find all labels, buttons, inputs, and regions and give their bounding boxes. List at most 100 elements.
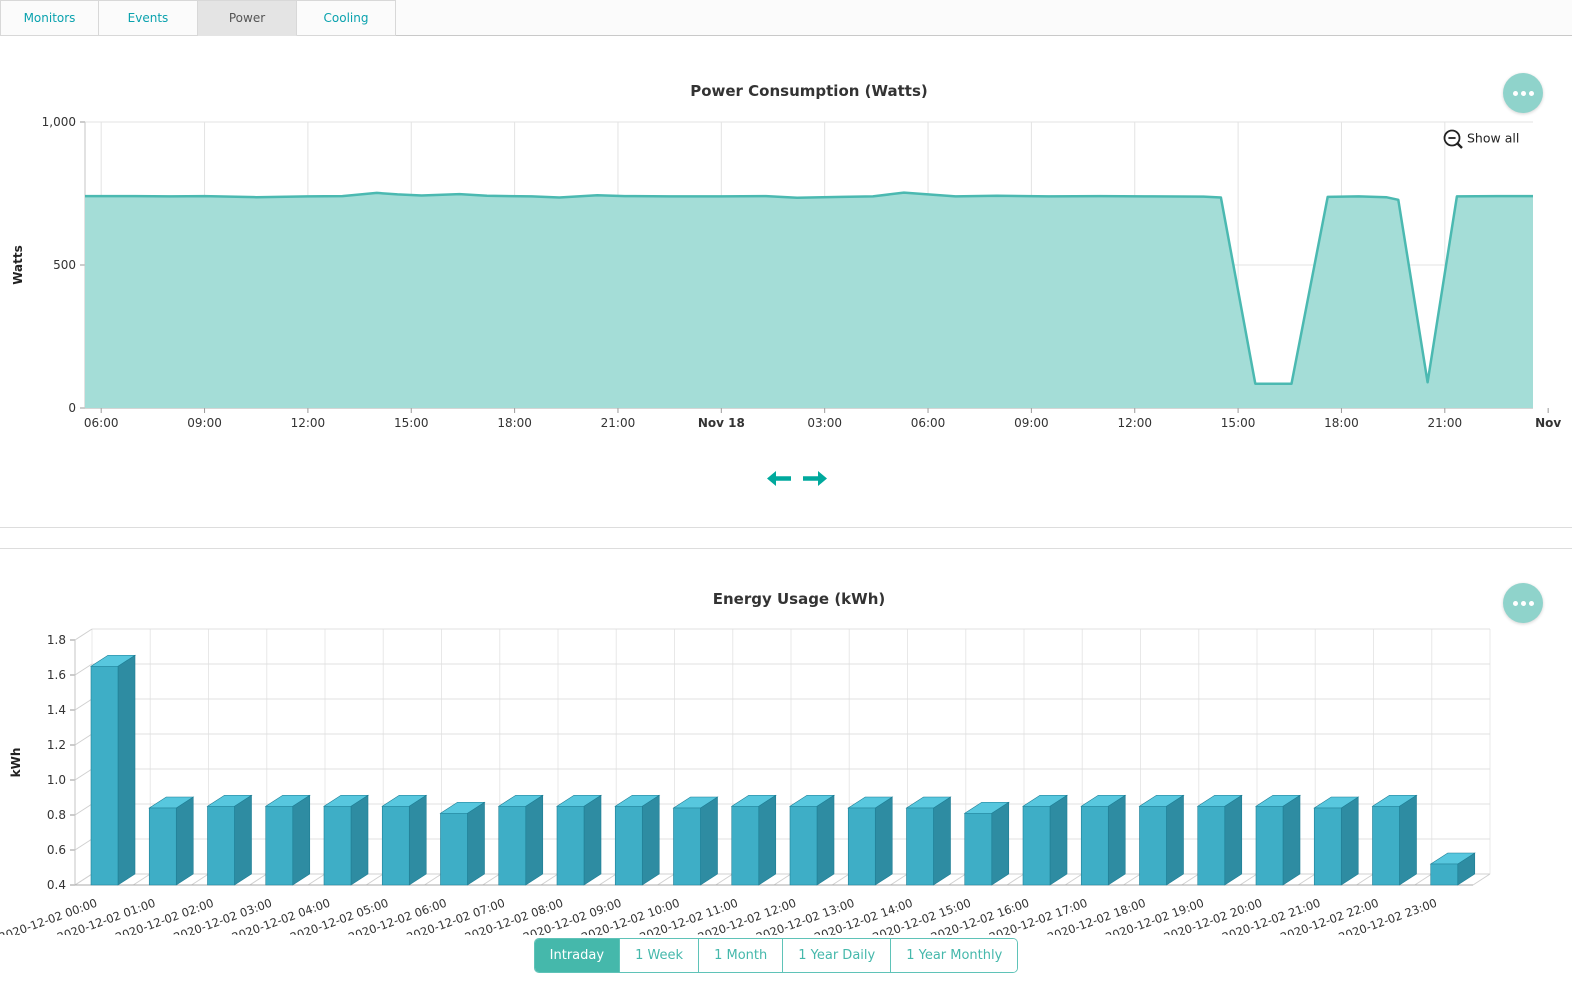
bar-side-face: [351, 795, 368, 885]
bar-2020-12-02 16:00: [1023, 795, 1067, 885]
bar-front-face: [149, 808, 176, 885]
wall-gridline: [75, 664, 92, 675]
wall-gridline: [75, 734, 92, 745]
x-tick-label: 09:00: [187, 416, 222, 430]
floor-gridline: [1240, 874, 1257, 885]
range-1-year-monthly-button[interactable]: 1 Year Monthly: [890, 939, 1017, 972]
bar-side-face: [1225, 795, 1242, 885]
bar-side-face: [235, 795, 252, 885]
bar-front-face: [790, 806, 817, 885]
floor-gridline: [1357, 874, 1374, 885]
x-tick-label: 15:00: [394, 416, 429, 430]
wall-gridline: [75, 804, 92, 815]
floor-gridline: [483, 874, 500, 885]
power-chart-menu-button[interactable]: [1503, 73, 1543, 113]
range-intraday-button[interactable]: Intraday: [535, 939, 619, 972]
bar-front-face: [266, 806, 293, 885]
bar-front-face: [1081, 806, 1108, 885]
bar-2020-12-02 14:00: [907, 797, 951, 885]
bar-front-face: [848, 808, 875, 885]
energy-chart-menu-button[interactable]: [1503, 583, 1543, 623]
bar-front-face: [907, 808, 934, 885]
bar-front-face: [1198, 806, 1225, 885]
bar-side-face: [934, 797, 951, 885]
range-1-year-daily-button[interactable]: 1 Year Daily: [782, 939, 890, 972]
bar-front-face: [1256, 806, 1283, 885]
floor-gridline: [774, 874, 791, 885]
floor-gridline: [1298, 874, 1315, 885]
bar-front-face: [674, 808, 701, 885]
floor-gridline: [366, 874, 383, 885]
bar-2020-12-02 18:00: [1140, 795, 1184, 885]
bar-2020-12-02 21:00: [1314, 797, 1358, 885]
wall-gridline: [75, 769, 92, 780]
tab-monitors[interactable]: Monitors: [0, 0, 99, 36]
bar-side-face: [1108, 795, 1125, 885]
x-tick-label: 12:00: [291, 416, 326, 430]
x-tick-label: 18:00: [497, 416, 532, 430]
range-1-month-button[interactable]: 1 Month: [698, 939, 782, 972]
floor-gridline: [1124, 874, 1141, 885]
x-tick-label: 03:00: [807, 416, 842, 430]
x-tick-label: 21:00: [1428, 416, 1463, 430]
bar-side-face: [293, 795, 310, 885]
range-1-week-button[interactable]: 1 Week: [619, 939, 698, 972]
y-axis-title: Watts: [11, 245, 25, 285]
y-tick-label: 1.2: [47, 738, 66, 752]
x-tick-label: 18:00: [1324, 416, 1359, 430]
wall-gridline: [75, 839, 92, 850]
floor-gridline: [1065, 874, 1082, 885]
ellipsis-icon: [1529, 601, 1534, 606]
x-tick-label: 12:00: [1117, 416, 1152, 430]
bar-2020-12-02 23:00: [1431, 853, 1475, 885]
floor-gridline: [308, 874, 325, 885]
bar-front-face: [1431, 864, 1458, 885]
floor-gridline: [949, 874, 966, 885]
floor-gridline: [1473, 874, 1490, 885]
scroll-left-button[interactable]: [766, 470, 792, 487]
bar-front-face: [1140, 806, 1167, 885]
chart-nav-arrows: [766, 470, 828, 487]
floor-gridline: [192, 874, 209, 885]
y-tick-label: 1.6: [47, 668, 66, 682]
bar-2020-12-02 22:00: [1373, 795, 1417, 885]
bar-front-face: [208, 806, 235, 885]
ellipsis-icon: [1513, 601, 1518, 606]
bar-side-face: [817, 795, 834, 885]
y-tick-label: 0: [68, 401, 76, 415]
bar-2020-12-02 05:00: [382, 795, 426, 885]
top-tab-bar: Monitors Events Power Cooling: [0, 0, 1572, 36]
bar-front-face: [382, 806, 409, 885]
wall-gridline: [75, 629, 92, 640]
energy-usage-chart: 0.40.60.81.01.21.41.61.82020-12-02 00:00…: [0, 620, 1572, 935]
bar-front-face: [91, 666, 118, 885]
x-tick-label: 06:00: [911, 416, 946, 430]
bar-side-face: [1341, 797, 1358, 885]
bar-2020-12-02 12:00: [790, 795, 834, 885]
floor-gridline: [891, 874, 908, 885]
ellipsis-icon: [1521, 91, 1526, 96]
show-all-button[interactable]: Show all: [1445, 131, 1520, 149]
y-tick-label: 1.4: [47, 703, 66, 717]
floor-gridline: [832, 874, 849, 885]
floor-gridline: [1007, 874, 1024, 885]
bar-2020-12-02 08:00: [557, 795, 601, 885]
tab-power[interactable]: Power: [198, 0, 297, 36]
bar-side-face: [1283, 795, 1300, 885]
bar-front-face: [615, 806, 642, 885]
area-series-fill: [85, 193, 1533, 408]
bar-2020-12-02 20:00: [1256, 795, 1300, 885]
bar-2020-12-02 13:00: [848, 797, 892, 885]
tab-cooling[interactable]: Cooling: [297, 0, 396, 36]
bar-front-face: [324, 806, 351, 885]
tab-events[interactable]: Events: [99, 0, 198, 36]
scroll-right-button[interactable]: [802, 470, 828, 487]
floor-gridline: [425, 874, 442, 885]
bar-side-face: [701, 797, 718, 885]
y-tick-label: 0.4: [47, 878, 66, 892]
ellipsis-icon: [1529, 91, 1534, 96]
bar-side-face: [1050, 795, 1067, 885]
bar-side-face: [468, 802, 485, 885]
left-arrow-icon: [766, 470, 792, 487]
floor-gridline: [541, 874, 558, 885]
